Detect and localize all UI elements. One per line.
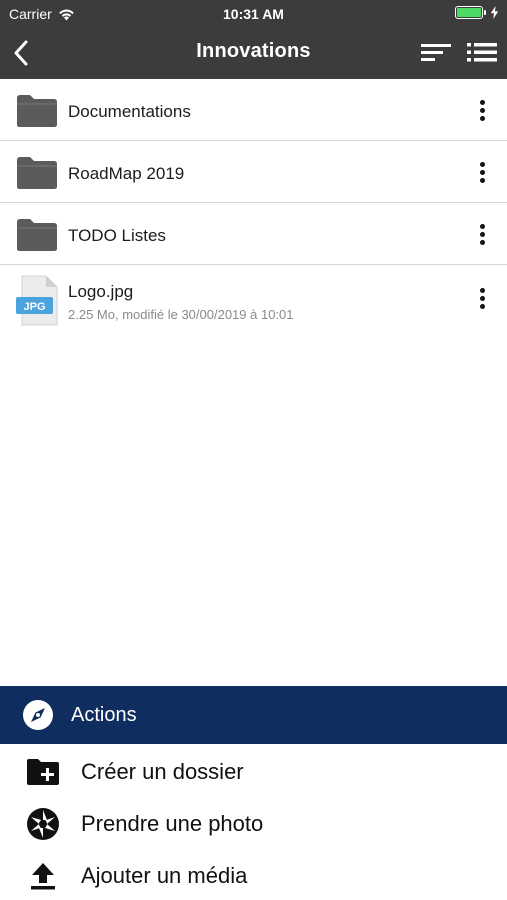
more-options-button[interactable] [471,220,493,248]
status-time: 10:31 AM [223,6,284,22]
list-item[interactable]: Documentations [0,79,507,141]
sort-icon [421,44,451,61]
camera-aperture-icon [27,808,59,840]
more-options-button[interactable] [471,96,493,124]
more-vertical-icon [479,223,485,229]
battery-fill [457,8,481,17]
jpg-file-icon: JPG [16,275,58,326]
file-list: Documentations RoadMap 2019 TODO Listes [0,79,507,335]
upload-icon [31,863,55,890]
battery-icon [455,6,486,19]
action-label: Ajouter un média [81,863,248,888]
more-options-button[interactable] [471,158,493,186]
status-bar: Carrier 10:31 AM [0,0,507,28]
take-photo-action[interactable]: Prendre une photo [0,798,507,850]
more-options-button[interactable] [471,284,493,312]
more-vertical-icon [479,287,485,293]
create-folder-action[interactable]: Créer un dossier [0,746,507,798]
folder-icon [17,219,57,251]
list-item[interactable]: RoadMap 2019 [0,141,507,203]
actions-title: Actions [71,703,137,726]
compass-icon [23,700,53,730]
add-media-action[interactable]: Ajouter un média [0,850,507,900]
file-badge: JPG [23,301,45,313]
list-view-button[interactable] [465,38,499,68]
more-vertical-icon [479,99,485,105]
item-name: RoadMap 2019 [68,164,185,183]
folder-icon [17,157,57,189]
action-label: Prendre une photo [81,811,264,836]
list-item[interactable]: TODO Listes [0,203,507,265]
more-vertical-icon [479,161,485,167]
top-bar: Carrier 10:31 AM Innovations [0,0,507,79]
battery-indicator [455,6,499,19]
list-view-icon [467,43,497,62]
actions-header[interactable]: Actions [0,686,507,744]
charging-bolt-icon [490,6,499,19]
folder-plus-icon [27,759,59,785]
sort-button[interactable] [419,38,453,68]
navigation-bar: Innovations [0,28,507,79]
item-meta: 2.25 Mo, modifié le 30/00/2019 à 10:01 [68,307,294,322]
folder-icon [17,95,57,127]
item-name: TODO Listes [68,226,166,245]
item-name: Documentations [68,102,191,121]
list-item[interactable]: JPG Logo.jpg 2.25 Mo, modifié le 30/00/2… [0,265,507,335]
action-label: Créer un dossier [81,759,244,784]
item-name: Logo.jpg [68,282,134,301]
